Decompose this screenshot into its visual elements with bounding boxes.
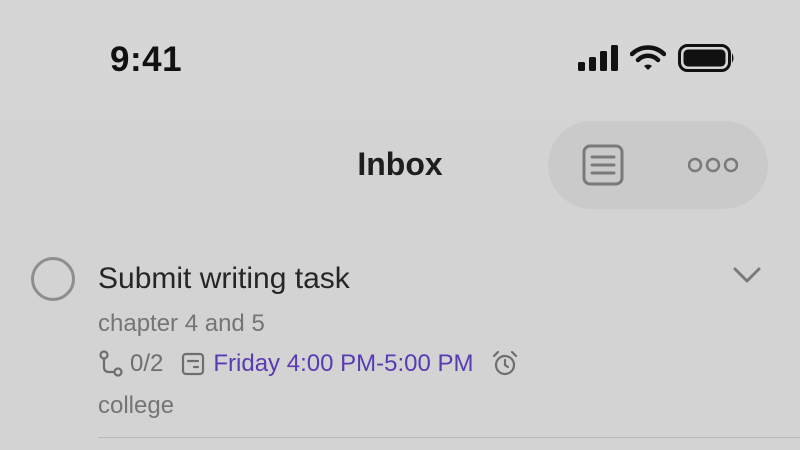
header-actions <box>548 121 768 209</box>
task-schedule[interactable]: Friday 4:00 PM-5:00 PM <box>213 350 473 378</box>
chevron-down-icon <box>733 267 761 283</box>
expand-task-button[interactable] <box>733 266 761 289</box>
more-options-button[interactable] <box>658 121 768 209</box>
more-options-icon <box>688 157 738 173</box>
wifi-icon <box>630 45 666 70</box>
reminder-button[interactable] <box>491 350 519 378</box>
list-view-button[interactable] <box>548 121 658 209</box>
list-view-icon <box>582 144 624 186</box>
status-icons <box>578 44 736 72</box>
task-title[interactable]: Submit writing task <box>98 262 350 296</box>
subtask-icon <box>99 350 123 377</box>
status-bar: 9:41 <box>0 0 800 120</box>
task-tag[interactable]: college <box>98 392 174 420</box>
task-description: chapter 4 and 5 <box>98 310 265 337</box>
task-meta: 0/2 Friday 4:00 PM-5:00 PM <box>98 348 519 380</box>
cellular-signal-icon <box>578 45 618 71</box>
calendar-icon <box>182 352 205 376</box>
battery-icon <box>678 44 734 72</box>
task-divider <box>98 437 800 438</box>
alarm-clock-icon <box>493 350 518 376</box>
status-time: 9:41 <box>110 40 183 79</box>
task-complete-checkbox[interactable] <box>31 257 75 301</box>
subtask-count: 0/2 <box>130 350 164 377</box>
